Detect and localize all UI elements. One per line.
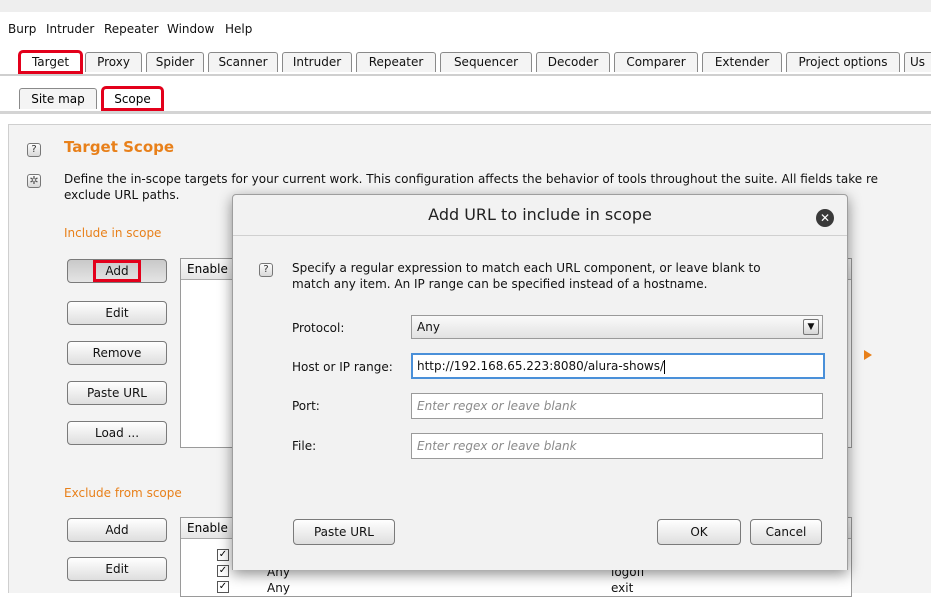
text-cursor — [664, 359, 666, 374]
include-load-button[interactable]: Load ... — [67, 421, 167, 445]
add-url-dialog: Add URL to include in scope ✕ ? Specify … — [232, 194, 848, 570]
chevron-down-icon[interactable]: ▼ — [803, 319, 819, 335]
tab-project-options[interactable]: Project options — [786, 52, 900, 72]
main-tab-bar: Target Proxy Spider Scanner Intruder Rep… — [0, 46, 931, 76]
dialog-body: ? Specify a regular expression to match … — [233, 235, 847, 570]
menu-help[interactable]: Help — [225, 22, 252, 36]
cancel-button[interactable]: Cancel — [750, 519, 822, 545]
file-label: File: — [292, 439, 317, 453]
dialog-help-icon[interactable]: ? — [259, 263, 273, 277]
include-edit-button[interactable]: Edit — [67, 301, 167, 325]
tab-target[interactable]: Target — [18, 50, 83, 74]
exclude-row-3-file: exit — [611, 581, 634, 595]
port-input[interactable]: Enter regex or leave blank — [411, 393, 823, 419]
menu-window[interactable]: Window — [167, 22, 214, 36]
include-paste-url-button[interactable]: Paste URL — [67, 381, 167, 405]
tab-user-options[interactable]: Us — [904, 52, 931, 72]
subtab-site-map[interactable]: Site map — [19, 88, 97, 109]
protocol-select[interactable]: Any ▼ — [411, 315, 823, 339]
window-top-strip — [0, 0, 931, 12]
tab-extender[interactable]: Extender — [702, 52, 782, 72]
dialog-paste-url-button[interactable]: Paste URL — [293, 519, 395, 545]
port-input-placeholder: Enter regex or leave blank — [417, 399, 577, 413]
menu-burp[interactable]: Burp — [8, 22, 36, 36]
file-input-placeholder: Enter regex or leave blank — [417, 439, 577, 453]
dialog-instructions-line2: match any item. An IP range can be speci… — [292, 277, 708, 291]
page-title: Target Scope — [64, 138, 175, 156]
collapse-arrow-icon[interactable] — [864, 350, 872, 360]
include-add-button[interactable]: Add — [67, 259, 167, 283]
ok-button[interactable]: OK — [657, 519, 741, 545]
scope-description-line1: Define the in-scope targets for your cur… — [64, 172, 879, 186]
menu-intruder[interactable]: Intruder — [46, 22, 94, 36]
subtab-scope[interactable]: Scope — [101, 86, 164, 111]
sub-tab-divider — [0, 111, 931, 114]
protocol-label: Protocol: — [292, 321, 345, 335]
exclude-add-button[interactable]: Add — [67, 518, 167, 542]
tab-intruder[interactable]: Intruder — [282, 52, 352, 72]
include-add-button-label: Add — [93, 260, 141, 282]
close-icon[interactable]: ✕ — [816, 209, 834, 227]
tab-comparer[interactable]: Comparer — [614, 52, 698, 72]
tab-proxy[interactable]: Proxy — [85, 52, 142, 72]
gear-icon[interactable]: ✲ — [27, 174, 41, 188]
include-section-title: Include in scope — [64, 226, 162, 240]
exclude-section-title: Exclude from scope — [64, 486, 182, 500]
host-input[interactable]: http://192.168.65.223:8080/alura-shows/ — [411, 353, 825, 379]
exclude-row-2-checkbox[interactable]: ✓ — [217, 565, 229, 577]
include-remove-button[interactable]: Remove — [67, 341, 167, 365]
include-enable-column-header[interactable]: Enable — [187, 262, 228, 276]
scope-description-line2: exclude URL paths. — [64, 188, 180, 202]
dialog-title: Add URL to include in scope — [428, 205, 652, 224]
menu-repeater[interactable]: Repeater — [104, 22, 159, 36]
menu-bar: Burp Intruder Repeater Window Help — [0, 12, 931, 46]
tab-repeater[interactable]: Repeater — [356, 52, 436, 72]
tab-decoder[interactable]: Decoder — [536, 52, 610, 72]
tab-spider[interactable]: Spider — [146, 52, 204, 72]
host-input-value: http://192.168.65.223:8080/alura-shows/ — [417, 359, 665, 373]
exclude-row-1-checkbox[interactable]: ✓ — [217, 549, 229, 561]
exclude-enable-column-header[interactable]: Enable — [187, 521, 228, 535]
exclude-edit-button[interactable]: Edit — [67, 557, 167, 581]
file-input[interactable]: Enter regex or leave blank — [411, 433, 823, 459]
host-label: Host or IP range: — [292, 360, 393, 374]
tab-scanner[interactable]: Scanner — [208, 52, 278, 72]
port-label: Port: — [292, 399, 320, 413]
exclude-row-3-protocol: Any — [267, 581, 290, 595]
tab-sequencer[interactable]: Sequencer — [440, 52, 532, 72]
help-icon[interactable]: ? — [27, 143, 41, 157]
protocol-select-value: Any — [417, 320, 440, 334]
dialog-instructions-line1: Specify a regular expression to match ea… — [292, 261, 761, 275]
exclude-row-3-checkbox[interactable]: ✓ — [217, 581, 229, 593]
